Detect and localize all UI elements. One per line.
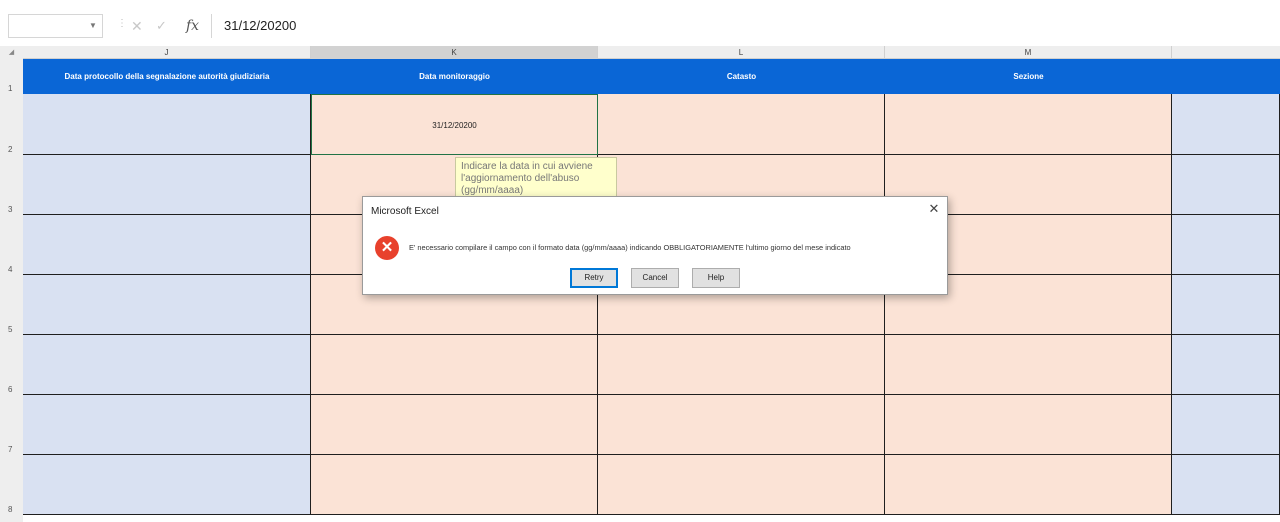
cell-m7[interactable]	[885, 395, 1172, 455]
dialog-title: Microsoft Excel	[371, 206, 439, 217]
close-icon[interactable]: ✕	[926, 200, 942, 218]
selected-cell-k2[interactable]: 31/12/20200	[311, 94, 598, 155]
cell-j4[interactable]	[23, 215, 311, 275]
retry-button[interactable]: Retry	[570, 268, 618, 288]
cell-k8[interactable]	[311, 455, 598, 515]
header-cell-n[interactable]	[1172, 59, 1280, 94]
name-box-dropdown-icon[interactable]: ▼	[86, 16, 100, 36]
header-cell-k[interactable]: Data monitoraggio	[311, 59, 598, 94]
cell-n3[interactable]	[1172, 155, 1280, 215]
column-header-m[interactable]: M	[885, 46, 1172, 59]
header-cell-l[interactable]: Catasto	[598, 59, 885, 94]
cell-n4[interactable]	[1172, 215, 1280, 275]
cell-n2[interactable]	[1172, 94, 1280, 155]
cell-j2[interactable]	[23, 94, 311, 155]
cell-k6[interactable]	[311, 335, 598, 395]
cell-l6[interactable]	[598, 335, 885, 395]
cell-l8[interactable]	[598, 455, 885, 515]
cell-j8[interactable]	[23, 455, 311, 515]
column-header-j[interactable]: J	[23, 46, 311, 59]
cell-l7[interactable]	[598, 395, 885, 455]
column-header-k[interactable]: K	[311, 46, 598, 59]
header-cell-m[interactable]: Sezione	[885, 59, 1172, 94]
row-header-5[interactable]: 5	[0, 325, 23, 334]
error-icon: ✕	[375, 236, 399, 260]
cell-n5[interactable]	[1172, 275, 1280, 335]
select-all-corner[interactable]: ◢	[0, 46, 23, 59]
cell-l2[interactable]	[598, 94, 885, 155]
row-header-4[interactable]: 4	[0, 265, 23, 274]
cell-j7[interactable]	[23, 395, 311, 455]
row-header-2[interactable]: 2	[0, 145, 23, 154]
cell-j3[interactable]	[23, 155, 311, 215]
column-header-l[interactable]: L	[598, 46, 885, 59]
row-header-3[interactable]: 3	[0, 205, 23, 214]
row-header-1[interactable]: 1	[0, 84, 23, 93]
cell-m2[interactable]	[885, 94, 1172, 155]
cell-n8[interactable]	[1172, 455, 1280, 515]
dialog-message: E' necessario compilare il campo con il …	[409, 243, 851, 252]
cancel-entry-icon[interactable]: ✕	[131, 18, 145, 34]
formula-input[interactable]: 31/12/20200	[211, 14, 1280, 38]
cell-m8[interactable]	[885, 455, 1172, 515]
row-header-7[interactable]: 7	[0, 445, 23, 454]
insert-function-icon[interactable]: fx	[186, 16, 206, 36]
header-cell-j[interactable]: Data protocollo della segnalazione autor…	[23, 59, 311, 94]
row-header-8[interactable]: 8	[0, 505, 23, 514]
cell-k7[interactable]	[311, 395, 598, 455]
row-header-6[interactable]: 6	[0, 385, 23, 394]
cell-m6[interactable]	[885, 335, 1172, 395]
cancel-button[interactable]: Cancel	[631, 268, 679, 288]
cell-j6[interactable]	[23, 335, 311, 395]
help-button[interactable]: Help	[692, 268, 740, 288]
cell-n6[interactable]	[1172, 335, 1280, 395]
enter-entry-icon[interactable]: ✓	[156, 18, 170, 34]
formula-bar-grip-icon: ⋮	[117, 18, 127, 34]
cell-j5[interactable]	[23, 275, 311, 335]
cell-n7[interactable]	[1172, 395, 1280, 455]
